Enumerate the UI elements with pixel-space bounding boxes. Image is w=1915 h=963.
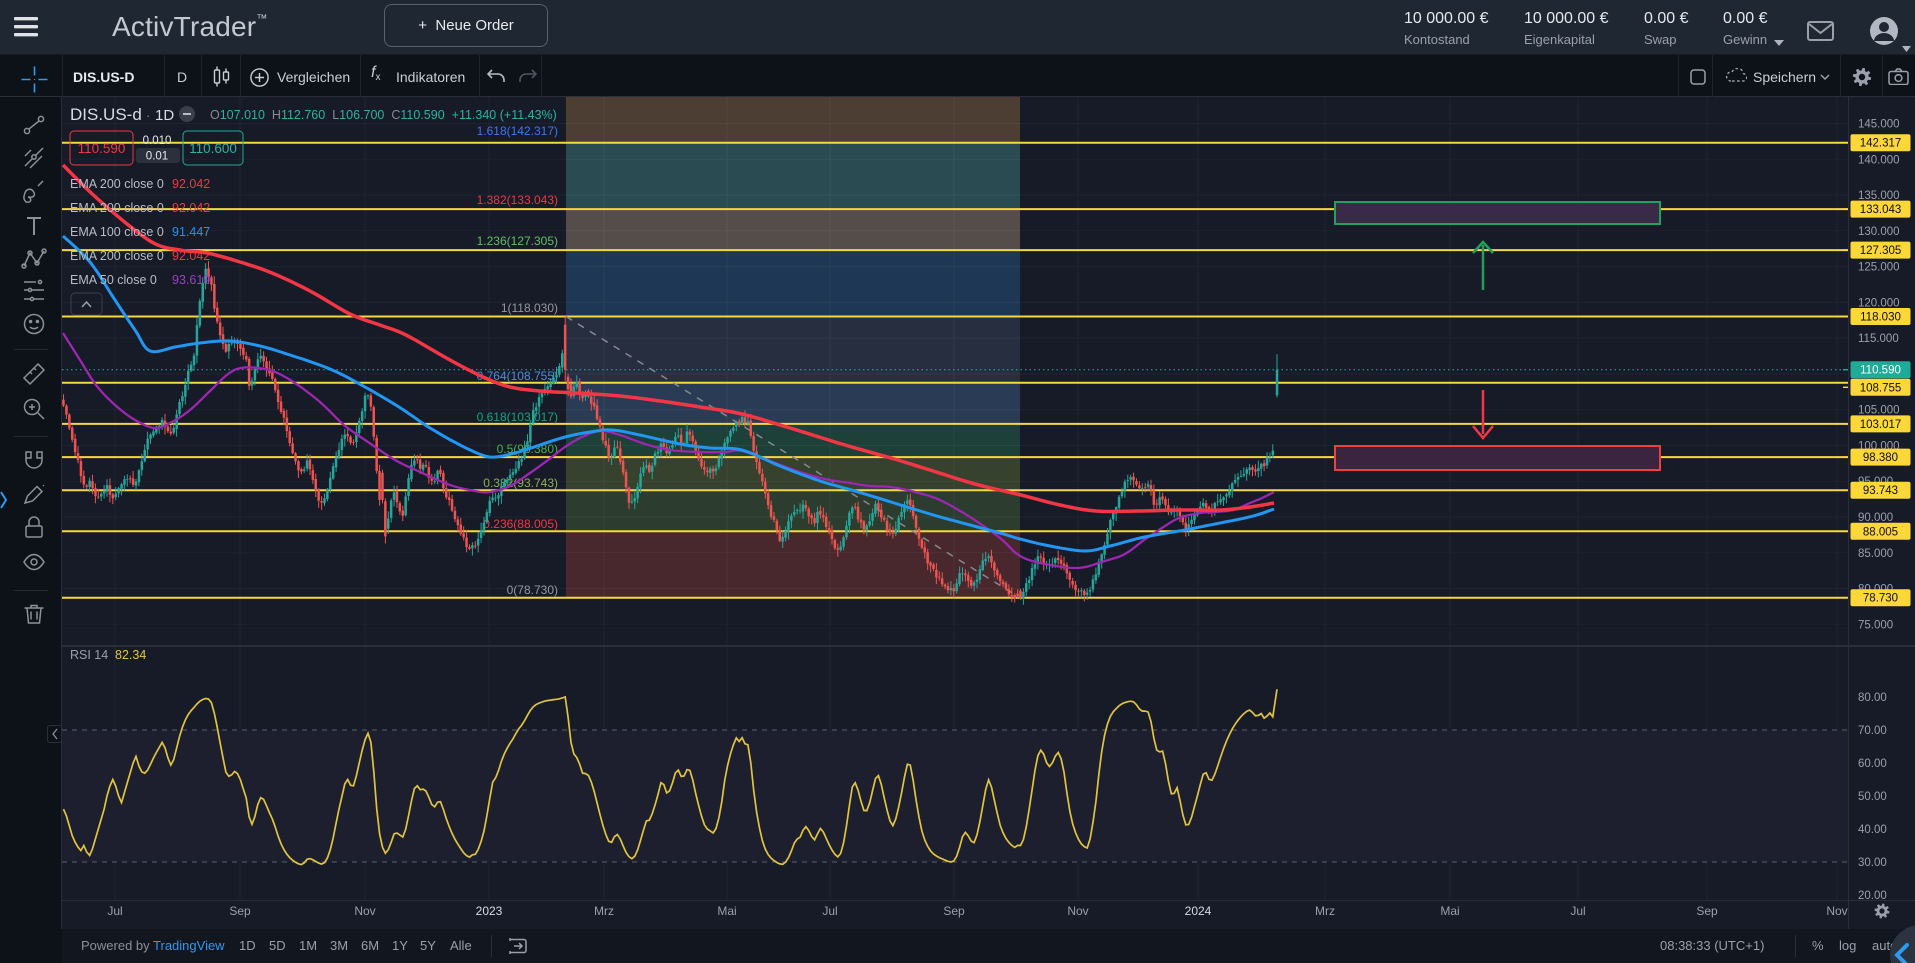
svg-text:92.042: 92.042 [172,177,210,191]
svg-text:·: · [146,108,150,123]
svg-text:2024: 2024 [1185,904,1212,918]
svg-text:EMA 200 close 0: EMA 200 close 0 [70,249,164,263]
svg-text:142.317: 142.317 [1860,138,1902,150]
svg-text:110.590: 110.590 [78,141,126,156]
svg-text:1.236(127.305): 1.236(127.305) [477,234,558,248]
svg-text:Mrz: Mrz [1315,904,1335,918]
svg-text:Sep: Sep [229,904,251,918]
svg-text:92.042: 92.042 [172,249,210,263]
svg-text:1.618(142.317): 1.618(142.317) [477,124,558,138]
svg-text:Nov: Nov [1067,904,1088,918]
svg-text:Jul: Jul [822,904,837,918]
svg-text:70.00: 70.00 [1858,725,1887,737]
svg-text:Nov: Nov [1826,904,1847,918]
svg-text:O107.010H112.760L106.700C110.5: O107.010H112.760L106.700C110.590+11.340 … [210,108,557,122]
svg-text:82.34: 82.34 [115,648,146,662]
svg-text:30.00: 30.00 [1858,857,1887,869]
svg-text:Sep: Sep [943,904,965,918]
svg-text:80.00: 80.00 [1858,692,1887,704]
svg-text:103.017: 103.017 [1860,419,1902,431]
svg-text:127.305: 127.305 [1860,245,1902,257]
svg-text:Nov: Nov [354,904,375,918]
svg-text:88.005: 88.005 [1863,526,1898,538]
svg-text:115.000: 115.000 [1858,333,1899,345]
svg-text:110.590: 110.590 [1860,365,1901,377]
svg-text:EMA 50 close 0: EMA 50 close 0 [70,273,157,287]
svg-text:RSI 14: RSI 14 [70,648,108,662]
svg-text:DIS.US-d: DIS.US-d [70,105,142,124]
svg-text:EMA 200 close 0: EMA 200 close 0 [70,177,164,191]
svg-text:0.236(88.005): 0.236(88.005) [483,517,558,531]
svg-text:60.00: 60.00 [1858,758,1887,770]
svg-text:118.030: 118.030 [1860,312,1901,324]
svg-text:40.00: 40.00 [1858,824,1887,836]
svg-text:92.042: 92.042 [172,201,210,215]
svg-text:90.000: 90.000 [1858,512,1893,524]
svg-text:125.000: 125.000 [1858,262,1900,274]
svg-text:93.743: 93.743 [1863,485,1898,497]
svg-text:110.600: 110.600 [189,141,237,156]
svg-text:93.619: 93.619 [172,273,210,287]
svg-text:1(118.030): 1(118.030) [501,301,558,315]
svg-text:108.755: 108.755 [1860,382,1902,394]
svg-text:75.000: 75.000 [1858,619,1893,631]
svg-text:0.382(93.743): 0.382(93.743) [483,476,558,490]
svg-text:105.000: 105.000 [1858,405,1900,417]
svg-text:2023: 2023 [476,904,503,918]
svg-text:0.618(103.017): 0.618(103.017) [477,410,558,424]
svg-text:0.010: 0.010 [143,135,172,147]
svg-text:50.00: 50.00 [1858,791,1887,803]
svg-text:140.000: 140.000 [1858,154,1900,166]
svg-text:Mai: Mai [717,904,736,918]
svg-text:EMA 200 close 0: EMA 200 close 0 [70,201,164,215]
svg-text:85.000: 85.000 [1858,548,1893,560]
svg-text:133.043: 133.043 [1860,204,1902,216]
svg-text:EMA 100 close 0: EMA 100 close 0 [70,225,164,239]
svg-text:20.00: 20.00 [1858,890,1887,902]
svg-text:1D: 1D [155,107,174,124]
svg-text:Mrz: Mrz [594,904,614,918]
svg-text:98.380: 98.380 [1863,452,1898,464]
svg-text:0.01: 0.01 [146,151,168,163]
svg-text:120.000: 120.000 [1858,297,1900,309]
svg-text:Mai: Mai [1440,904,1459,918]
svg-text:130.000: 130.000 [1858,226,1900,238]
svg-text:Jul: Jul [107,904,122,918]
svg-text:91.447: 91.447 [172,225,210,239]
svg-text:1.382(133.043): 1.382(133.043) [477,193,558,207]
svg-text:135.000: 135.000 [1858,190,1900,202]
svg-text:Jul: Jul [1570,904,1585,918]
svg-text:145.000: 145.000 [1858,119,1900,131]
svg-text:78.730: 78.730 [1863,593,1898,605]
svg-text:0(78.730): 0(78.730) [507,583,558,597]
svg-text:Sep: Sep [1696,904,1718,918]
